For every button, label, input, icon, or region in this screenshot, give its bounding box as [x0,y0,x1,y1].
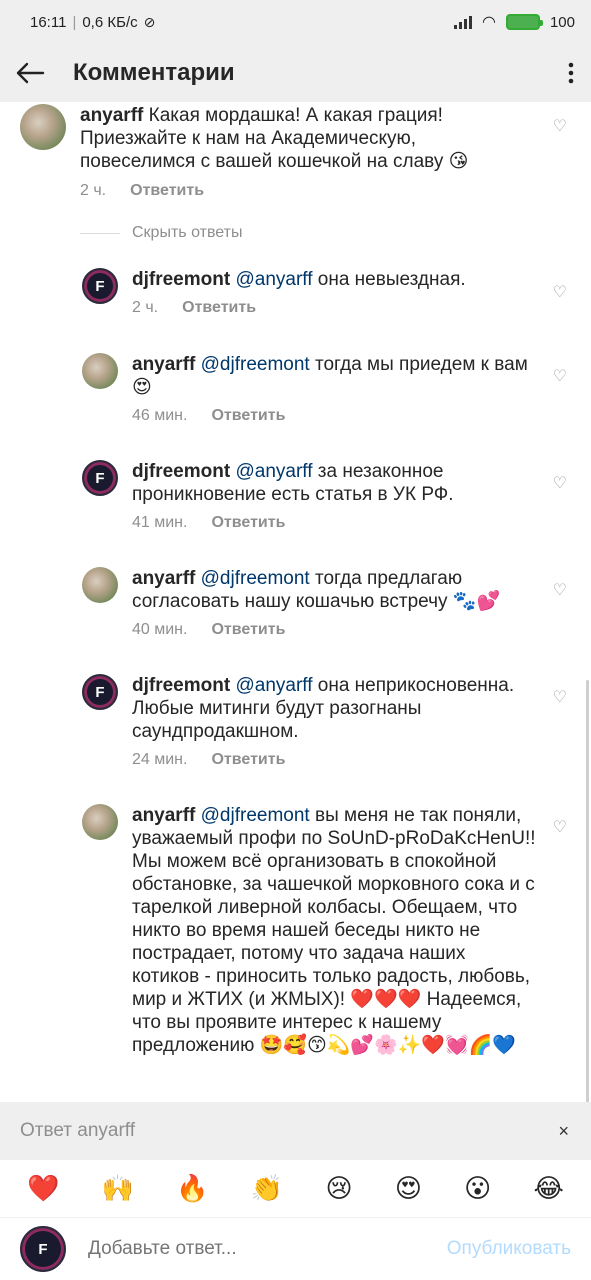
mention-link[interactable]: @djfreemont [195,354,310,375]
reply-button[interactable]: Ответить [182,299,256,317]
reply-banner-label: Ответ anyarff [20,1120,136,1141]
emoji-quick-bar: ❤️ 🙌 🔥 👏 😢 😍 😮 😂 [0,1160,591,1218]
comment-username[interactable]: anyarff [132,568,195,589]
avatar[interactable]: F [82,268,118,304]
like-heart-icon[interactable]: ♡ [553,366,567,386]
wifi-icon: ◠ [482,14,496,31]
emoji-heart[interactable]: ❤️ [27,1173,59,1204]
avatar[interactable]: F [82,674,118,710]
avatar[interactable] [82,353,118,389]
reply-banner: Ответ anyarff × [0,1102,591,1160]
comment-username[interactable]: djfreemont [132,461,230,482]
comment-text: она невыездная. [312,269,466,290]
battery-icon [505,14,543,30]
emoji-fire[interactable]: 🔥 [176,1173,208,1204]
app-bar: Комментарии [0,44,591,102]
mention-link[interactable]: @djfreemont [195,568,310,589]
comment-time: 2 ч. [80,182,107,199]
comment-text: вы меня не так поняли, уважаемый профи п… [132,805,536,1056]
reply-item: F djfreemont @anyarff она невыездная. 2 … [82,268,542,317]
more-options-icon[interactable] [551,44,591,102]
comment-username[interactable]: djfreemont [132,269,230,290]
back-arrow-icon[interactable] [0,44,60,102]
comment-username[interactable]: djfreemont [132,675,230,696]
avatar[interactable]: F [82,460,118,496]
emoji-crying[interactable]: 😢 [325,1173,352,1204]
mention-link[interactable]: @anyarff [230,461,312,482]
reply-button[interactable]: Ответить [211,514,285,532]
mention-link[interactable]: @djfreemont [195,805,310,826]
mention-link[interactable]: @anyarff [230,269,312,290]
scrollbar[interactable] [586,680,589,1102]
status-bar: 16:11 | 0,6 КБ/с ⊘ ◠ 100 [0,0,591,44]
page-title: Комментарии [73,59,235,86]
alarm-off-icon: ⊘ [143,13,156,30]
emoji-clap[interactable]: 👏 [251,1173,283,1204]
emoji-heart-eyes[interactable]: 😍 [395,1173,422,1204]
emoji-surprised[interactable]: 😮 [464,1173,491,1204]
like-heart-icon[interactable]: ♡ [553,473,567,493]
battery-level: 100 [549,13,575,31]
avatar: F [20,1226,66,1272]
reply-button[interactable]: Ответить [211,751,285,769]
reply-item: F djfreemont @anyarff она неприкосновенн… [82,674,542,769]
comment-item: anyarff Какая мордашка! А какая грация! … [20,104,510,200]
reply-input[interactable] [88,1238,447,1260]
mention-link[interactable]: @anyarff [230,675,312,696]
reply-button[interactable]: Ответить [211,407,285,425]
status-time: 16:11 [30,13,67,31]
post-button[interactable]: Опубликовать [447,1238,571,1260]
like-heart-icon[interactable]: ♡ [553,817,567,837]
close-icon[interactable]: × [558,1121,569,1142]
comment-time: 46 мин. [132,407,188,424]
divider [80,232,120,234]
like-heart-icon[interactable]: ♡ [553,282,567,302]
comment-time: 41 мин. [132,514,188,531]
reply-item: anyarff @djfreemont тогда предлагаю согл… [82,567,542,639]
reply-button[interactable]: Ответить [211,621,285,639]
emoji-laughing[interactable]: 😂 [533,1173,563,1204]
comment-time: 40 мин. [132,621,188,638]
signal-icon [454,15,472,29]
comment-username[interactable]: anyarff [132,805,195,826]
reply-item: anyarff @djfreemont тогда мы приедем к в… [82,353,542,425]
reply-item: anyarff @djfreemont вы меня не так понял… [82,804,537,1057]
comment-time: 2 ч. [132,299,159,316]
comment-username[interactable]: anyarff [132,354,195,375]
comment-time: 24 мин. [132,751,188,768]
comment-username[interactable]: anyarff [80,105,143,126]
comment-composer: F Опубликовать [0,1218,591,1280]
avatar[interactable] [82,567,118,603]
hide-replies-button[interactable]: Скрыть ответы [80,224,242,242]
avatar[interactable] [82,804,118,840]
like-heart-icon[interactable]: ♡ [553,687,567,707]
like-heart-icon[interactable]: ♡ [553,116,567,136]
avatar[interactable] [20,104,66,150]
emoji-raised-hands[interactable]: 🙌 [102,1173,134,1204]
status-speed: 0,6 КБ/с [82,13,138,31]
comments-list[interactable]: anyarff Какая мордашка! А какая грация! … [0,102,591,1102]
like-heart-icon[interactable]: ♡ [553,580,567,600]
reply-item: F djfreemont @anyarff за незаконное прон… [82,460,542,532]
reply-button[interactable]: Ответить [130,182,204,200]
